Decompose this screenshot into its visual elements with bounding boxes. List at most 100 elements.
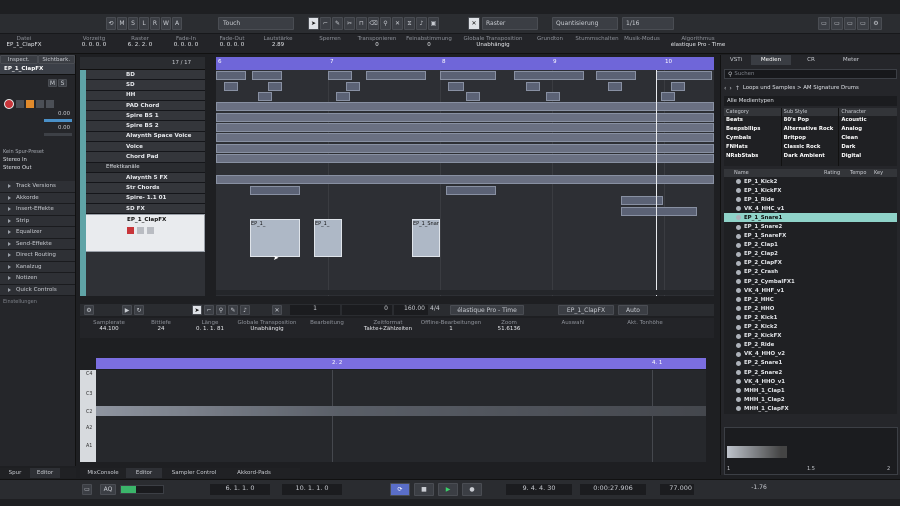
selected-track-row[interactable]: EP_1_ClapFX — [80, 214, 205, 253]
glue-tool-icon[interactable]: ⊓ — [356, 17, 367, 30]
event-part[interactable] — [216, 133, 714, 142]
tab-mixconsole[interactable]: MixConsole — [80, 468, 126, 478]
file-row[interactable]: EP_1_Kick2 — [724, 177, 897, 186]
editor-snap-icon[interactable]: ✕ — [272, 305, 282, 315]
track-row[interactable]: SD FX — [80, 203, 205, 215]
category-item[interactable]: Beepsbllips — [724, 125, 781, 134]
lock-button[interactable] — [46, 100, 54, 108]
file-row[interactable]: EP_2_Crash — [724, 268, 897, 277]
event-part[interactable] — [671, 82, 685, 91]
file-row[interactable]: EP_2_Snare2 — [724, 368, 897, 377]
track-row[interactable]: Str Chords — [80, 183, 205, 194]
zoom-tool-icon[interactable]: ⚲ — [380, 17, 391, 30]
file-row[interactable]: EP_2_CymbalFX1 — [724, 277, 897, 286]
file-row[interactable]: MHH_1_Clap2 — [724, 395, 897, 404]
file-row[interactable]: EP_1_Snare1 — [724, 213, 897, 223]
substyle-item[interactable]: Alternative Rock — [782, 125, 839, 134]
inspector-mute-button[interactable]: M — [48, 79, 57, 87]
file-row[interactable]: EP_1_SnareFX — [724, 232, 897, 241]
track-solo-button[interactable] — [147, 227, 154, 235]
media-filter-select[interactable]: Alle Medientypen — [724, 96, 897, 106]
tab-track[interactable]: Spur — [0, 468, 30, 478]
panel-bottom-icon[interactable]: ▭ — [831, 17, 843, 30]
event-part[interactable] — [546, 92, 560, 101]
section-chords[interactable]: Akkorde — [0, 192, 75, 204]
tab-inspector[interactable]: Inspect. — [0, 55, 38, 64]
track-row[interactable]: Chord Pad — [80, 152, 205, 163]
track-select[interactable]: EP_1_ClapFX — [558, 305, 614, 315]
transport-menu-icon[interactable]: ▭ — [82, 484, 92, 495]
file-row[interactable]: EP_1_KickFX — [724, 186, 897, 195]
mute-tool-icon[interactable]: ✕ — [392, 17, 403, 30]
up-icon[interactable]: ↑ — [735, 85, 740, 92]
file-row[interactable]: EP_2_Snare1 — [724, 359, 897, 368]
track-row[interactable]: Alwynth Space Voice — [80, 131, 205, 143]
section-strip[interactable]: Strip — [0, 215, 75, 227]
event-part[interactable] — [440, 71, 496, 80]
event-display[interactable]: EP_1_ EP_1_ EP_1_Snar ➤ — [216, 70, 714, 296]
info-col[interactable]: Sperren — [310, 36, 350, 42]
write-button[interactable]: W — [161, 17, 171, 30]
snap-toggle-icon[interactable]: ✕ — [468, 17, 480, 30]
file-row[interactable]: EP_1_Ride — [724, 195, 897, 204]
event-part[interactable] — [268, 82, 282, 91]
file-row[interactable]: MHH_1_Clap1 — [724, 386, 897, 395]
automation-button[interactable]: A — [172, 17, 182, 30]
file-row[interactable]: EP_2_KickFX — [724, 332, 897, 341]
info-col[interactable]: Datei EP_1_ClapFX — [0, 36, 48, 48]
track-row[interactable]: Spire BS 1 — [80, 111, 205, 122]
tempo-display[interactable]: 77.000 — [660, 484, 694, 495]
track-row[interactable]: Spire BS 2 — [80, 121, 205, 132]
character-item[interactable]: Digital — [839, 152, 897, 161]
file-row[interactable]: EP_2_HHC — [724, 295, 897, 304]
tab-cr[interactable]: CR — [791, 55, 831, 65]
time-warp-tool-icon[interactable]: ⧖ — [404, 17, 415, 30]
horizontal-scrollbar[interactable] — [216, 290, 714, 295]
offset-field[interactable]: 0 — [342, 305, 392, 315]
audio-clip[interactable]: EP_1_ — [314, 219, 342, 257]
solo-button[interactable]: S — [128, 17, 138, 30]
editor-settings-icon[interactable]: ⚙ — [84, 305, 94, 315]
substyle-item[interactable]: 80's Pop — [782, 116, 839, 125]
event-part[interactable] — [258, 92, 272, 101]
editor-pointer-icon[interactable]: ➤ — [192, 305, 202, 315]
listen-button[interactable]: L — [139, 17, 149, 30]
track-row[interactable]: BD — [80, 70, 205, 81]
media-breadcrumb[interactable]: ‹ › ↑ Loops und Samples > AM Signature D… — [724, 83, 897, 93]
event-part[interactable] — [252, 71, 282, 80]
file-row[interactable]: VK_4_HHC_v1 — [724, 204, 897, 213]
undo-icon[interactable]: ⟲ — [106, 17, 116, 30]
file-row[interactable]: EP_2_Ride — [724, 341, 897, 350]
tab-media[interactable]: Medien — [751, 55, 791, 65]
loop-preview-icon[interactable]: ↻ — [134, 305, 144, 315]
section-channel-strip[interactable]: Kanalzug — [0, 261, 75, 273]
cycle-button[interactable]: ⟳ — [390, 483, 410, 496]
file-row[interactable]: EP_2_Kick1 — [724, 313, 897, 322]
tempo-field[interactable]: 160.00 — [394, 305, 428, 315]
event-part[interactable] — [216, 71, 246, 80]
event-part[interactable] — [526, 82, 540, 91]
panel-max-icon[interactable]: ▭ — [857, 17, 869, 30]
event-part[interactable] — [216, 113, 714, 122]
speaker-tool-icon[interactable]: ♪ — [416, 17, 427, 30]
pointer-tool-icon[interactable]: ➤ — [308, 17, 319, 30]
file-row[interactable]: EP_2_Clap1 — [724, 241, 897, 250]
tab-visibility[interactable]: Sichtbark. — [37, 55, 75, 64]
info-col[interactable]: Grundton — [530, 36, 570, 42]
position-bars-display[interactable]: 9. 4. 4. 30 — [506, 484, 572, 495]
event-part[interactable] — [514, 71, 584, 80]
info-col[interactable]: Vorzeitg 0. 0. 0. 0 — [74, 36, 114, 48]
event-part[interactable] — [328, 71, 352, 80]
audio-clip[interactable]: EP_1_Snar — [412, 219, 440, 257]
track-row[interactable]: SD — [80, 80, 205, 91]
editor-info-col[interactable]: Samplerate 44.100 — [84, 320, 134, 332]
editor-info-col[interactable]: Akt. Tonhöhe — [620, 320, 670, 326]
right-locator[interactable]: 10. 1. 1. 0 — [282, 484, 342, 495]
tab-editor-left[interactable]: Editor — [30, 468, 60, 478]
read-auto-button[interactable] — [26, 100, 34, 108]
algorithm-select[interactable]: élastique Pro - Time — [450, 305, 524, 315]
file-row[interactable]: EP_2_Clap2 — [724, 250, 897, 259]
info-col[interactable]: Raster 6. 2. 2. 0 — [120, 36, 160, 48]
info-col[interactable]: Transponieren 0 — [354, 36, 400, 48]
event-part[interactable] — [608, 82, 622, 91]
